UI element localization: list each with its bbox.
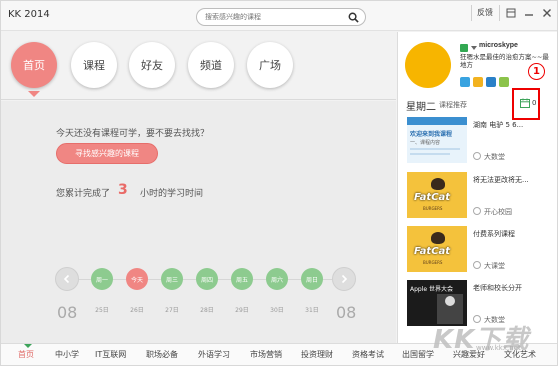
- course-author: 大课堂: [473, 261, 505, 271]
- nav-friends[interactable]: 好友: [129, 42, 175, 88]
- recommend-label: 课程推荐: [439, 101, 467, 109]
- course-thumbnail: FatCat BURGERS: [407, 172, 467, 218]
- date-label: 26日: [130, 307, 144, 314]
- book-badge-icon[interactable]: [499, 77, 509, 87]
- skin-icon[interactable]: [504, 6, 518, 20]
- active-nav-pointer: [28, 91, 40, 97]
- nav-square[interactable]: 广场: [247, 42, 293, 88]
- category-language[interactable]: 外语学习: [198, 349, 230, 360]
- category-k12[interactable]: 中小学: [55, 349, 79, 360]
- annotation-marker: 1: [528, 63, 545, 80]
- date-label: 29日: [235, 307, 249, 314]
- prev-month-date: 08: [57, 303, 78, 322]
- course-title[interactable]: 老师和校长分开: [473, 283, 522, 293]
- active-category-pointer: [24, 344, 32, 348]
- day-sunday[interactable]: 周日: [301, 268, 323, 290]
- close-icon[interactable]: [540, 6, 554, 20]
- study-suffix: 小时的学习时间: [140, 189, 204, 199]
- weekday-label: 星期二: [406, 102, 436, 113]
- author-name: 开心校园: [484, 208, 512, 216]
- date-label: 28日: [200, 307, 214, 314]
- main-content: 今天还没有课程可学，要不要去找找？ 寻找感兴趣的课程 您累计完成了 3 小时的学…: [1, 101, 396, 343]
- nav-home[interactable]: 首页: [11, 42, 57, 88]
- level-badge-icon[interactable]: [460, 77, 470, 87]
- day-today[interactable]: 今天: [126, 268, 148, 290]
- divider: [471, 5, 472, 21]
- top-nav: 首页 课程 好友 频道 广场: [1, 32, 396, 100]
- user-icon: [473, 207, 481, 215]
- day-friday[interactable]: 周五: [231, 268, 253, 290]
- author-name: 大课堂: [484, 262, 505, 270]
- category-finance[interactable]: 投资理财: [301, 349, 333, 360]
- date-label: 31日: [305, 307, 319, 314]
- course-title[interactable]: 将无法更改将无...: [473, 175, 529, 185]
- study-hours: 3: [118, 182, 128, 198]
- course-item[interactable]: FatCat BURGERS 付费系列课程 大课堂: [407, 226, 557, 274]
- thumb-text: Apple 世界大会: [410, 286, 453, 293]
- course-thumbnail: 欢迎来到我课程 一、课程内容: [407, 117, 467, 163]
- day-wednesday[interactable]: 周三: [161, 268, 183, 290]
- search-input[interactable]: [205, 11, 340, 23]
- next-month-date: 08: [336, 303, 357, 322]
- feedback-button[interactable]: 反馈: [477, 7, 493, 18]
- course-thumbnail: FatCat BURGERS: [407, 226, 467, 272]
- category-study-abroad[interactable]: 出国留学: [402, 349, 434, 360]
- author-name: 大数堂: [484, 153, 505, 161]
- nav-courses[interactable]: 课程: [71, 42, 117, 88]
- nav-channels[interactable]: 频道: [188, 42, 234, 88]
- watermark-url: www.kkx.net: [476, 344, 521, 352]
- day-thursday[interactable]: 周四: [196, 268, 218, 290]
- user-icon: [473, 152, 481, 160]
- date-label: 25日: [95, 307, 109, 314]
- search-box[interactable]: [196, 8, 366, 26]
- find-courses-button[interactable]: 寻找感兴趣的课程: [56, 143, 158, 164]
- divider: [499, 5, 500, 21]
- category-career[interactable]: 职场必备: [146, 349, 178, 360]
- category-it[interactable]: IT互联网: [95, 349, 126, 360]
- category-home[interactable]: 首页: [18, 349, 34, 360]
- app-window: KK 2014 反馈 首页 课程 好友 频道 广场: [0, 0, 558, 366]
- thumb-text: FatCat: [414, 192, 451, 203]
- thumb-subtext: 一、课程内容: [410, 140, 441, 146]
- category-exams[interactable]: 资格考试: [352, 349, 384, 360]
- course-item[interactable]: FatCat BURGERS 将无法更改将无... 开心校园: [407, 172, 557, 220]
- user-icon: [473, 261, 481, 269]
- thumb-text: 欢迎来到我课程: [410, 131, 453, 138]
- course-author: 开心校园: [473, 207, 512, 217]
- minimize-icon[interactable]: [522, 6, 536, 20]
- message-badge-icon[interactable]: [486, 77, 496, 87]
- study-prefix: 您累计完成了: [56, 189, 111, 199]
- search-icon[interactable]: [348, 12, 359, 23]
- date-label: 30日: [270, 307, 284, 314]
- thumb-subtext: BURGERS: [423, 260, 443, 265]
- chevron-down-icon[interactable]: [471, 46, 477, 50]
- day-monday[interactable]: 周一: [91, 268, 113, 290]
- chevron-left-icon: [63, 274, 70, 284]
- avatar[interactable]: [405, 42, 451, 88]
- calendar-count: 0: [532, 99, 537, 107]
- title-bar: KK 2014 反馈: [1, 1, 557, 31]
- next-week-button[interactable]: [332, 267, 356, 291]
- course-author: 大数堂: [473, 152, 505, 162]
- empty-schedule-text: 今天还没有课程可学，要不要去找找？: [56, 129, 210, 139]
- course-item[interactable]: 欢迎来到我课程 一、课程内容 湖南 电驴 5 6... 大数堂: [407, 117, 557, 165]
- thumb-text: FatCat: [414, 246, 451, 257]
- date-label: 27日: [165, 307, 179, 314]
- vip-icon: [460, 44, 468, 52]
- course-title[interactable]: 付费系列课程: [473, 229, 515, 239]
- thumb-subtext: BURGERS: [423, 206, 443, 211]
- right-panel: microskype 狂嗯水是最佳的治愈方案~~最地方 1 星期二 课程推荐 0…: [397, 32, 557, 343]
- username[interactable]: microskype: [479, 42, 518, 49]
- prev-week-button[interactable]: [55, 267, 79, 291]
- category-marketing[interactable]: 市场营销: [250, 349, 282, 360]
- day-saturday[interactable]: 周六: [266, 268, 288, 290]
- app-title: KK 2014: [8, 9, 50, 20]
- course-title[interactable]: 湖南 电驴 5 6...: [473, 120, 523, 130]
- chevron-right-icon: [341, 274, 348, 284]
- calendar-icon[interactable]: [520, 98, 530, 108]
- medal-badge-icon[interactable]: [473, 77, 483, 87]
